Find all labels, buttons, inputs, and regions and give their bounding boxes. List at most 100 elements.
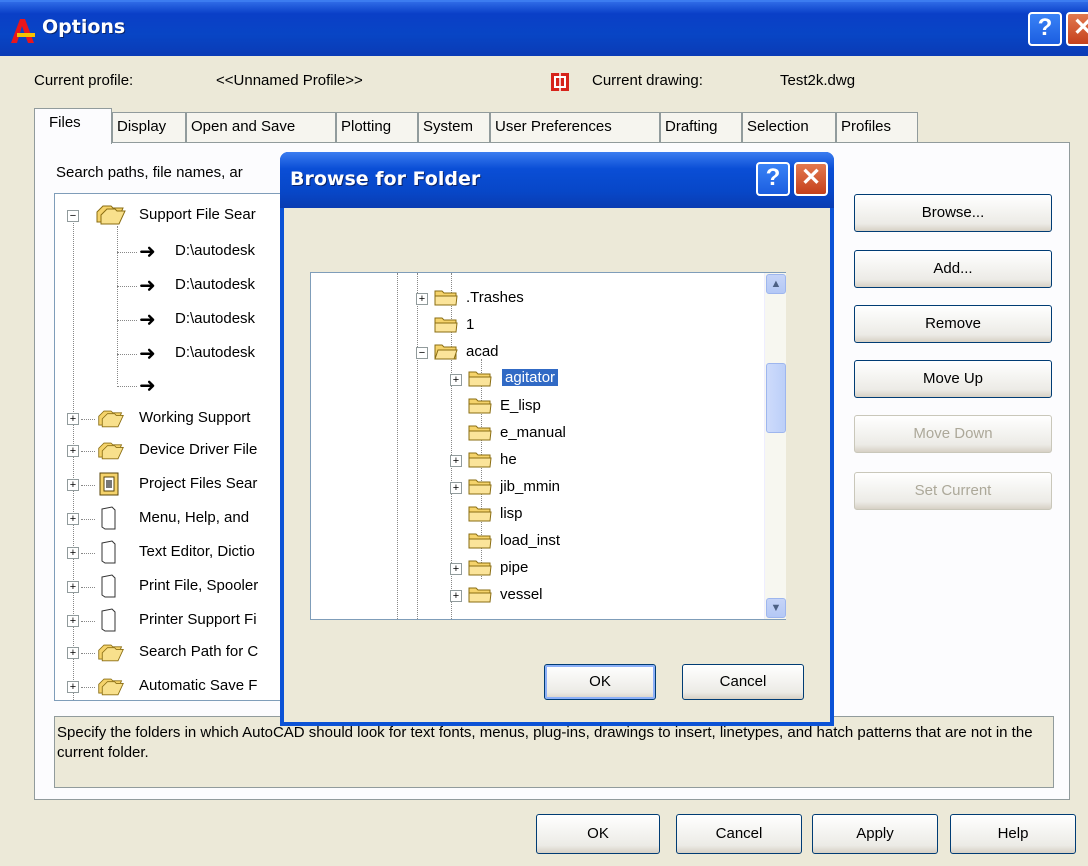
- expand-icon[interactable]: +: [67, 479, 79, 491]
- files-tree[interactable]: − Support File Sear ➜ D:\autodesk ➜ D:\a…: [54, 193, 292, 701]
- file-icon: [101, 506, 116, 530]
- folder-label: vessel: [500, 586, 543, 603]
- dialog-help-button[interactable]: ?: [756, 162, 790, 196]
- arrow-icon: ➜: [139, 275, 156, 297]
- close-titlebar-button[interactable]: ✕: [1066, 12, 1088, 46]
- folders-icon: [98, 644, 124, 662]
- folder-icon: [468, 560, 492, 576]
- add-button[interactable]: Add...: [854, 250, 1052, 288]
- current-drawing-value: Test2k.dwg: [780, 72, 856, 89]
- arrow-icon: ➜: [139, 241, 156, 263]
- current-drawing-label: Current drawing:: [592, 72, 703, 89]
- folder-icon: [468, 506, 492, 522]
- collapse-icon[interactable]: −: [67, 210, 79, 222]
- expand-icon[interactable]: +: [416, 293, 428, 305]
- folder-icon: [434, 317, 458, 333]
- expand-icon[interactable]: +: [450, 590, 462, 602]
- expand-icon[interactable]: +: [67, 681, 79, 693]
- tree-item-label: Project Files Sear: [139, 475, 258, 492]
- tab-display[interactable]: Display: [112, 112, 186, 142]
- folder-label: acad: [466, 343, 499, 360]
- tree-item-label: Device Driver File: [139, 441, 258, 458]
- current-profile-value: <<Unnamed Profile>>: [216, 72, 363, 89]
- folder-label: load_inst: [500, 532, 561, 549]
- expand-icon[interactable]: +: [67, 413, 79, 425]
- folder-label: E_lisp: [500, 397, 541, 414]
- expand-icon[interactable]: +: [67, 547, 79, 559]
- browse-button[interactable]: Browse...: [854, 194, 1052, 232]
- tab-system[interactable]: System: [418, 112, 490, 142]
- tab-drafting[interactable]: Drafting: [660, 112, 742, 142]
- folders-icon: [98, 442, 124, 460]
- scroll-thumb[interactable]: [766, 363, 786, 433]
- help-titlebar-button[interactable]: ?: [1028, 12, 1062, 46]
- remove-button[interactable]: Remove: [854, 305, 1052, 343]
- expand-icon[interactable]: +: [67, 513, 79, 525]
- folder-label: he: [500, 451, 517, 468]
- tree-item-label: Menu, Help, and: [139, 509, 250, 526]
- folder-icon: [468, 587, 492, 603]
- tree-item-label: Search Path for C: [139, 643, 259, 660]
- arrow-icon: ➜: [139, 309, 156, 331]
- window-title: Options: [42, 16, 126, 38]
- tab-profiles[interactable]: Profiles: [836, 112, 918, 142]
- scroll-up-icon[interactable]: ▲: [766, 274, 786, 294]
- cancel-button[interactable]: Cancel: [676, 814, 802, 854]
- folder-tree-scrollbar[interactable]: ▲ ▼: [764, 273, 786, 619]
- folder-icon: [468, 452, 492, 468]
- folder-icon: [468, 479, 492, 495]
- expand-icon[interactable]: +: [67, 647, 79, 659]
- folder-icon: [468, 533, 492, 549]
- ok-button[interactable]: OK: [536, 814, 660, 854]
- file-icon: [101, 608, 116, 632]
- description-text: Specify the folders in which AutoCAD sho…: [54, 716, 1054, 788]
- collapse-icon[interactable]: −: [416, 347, 428, 359]
- folder-icon: [468, 398, 492, 414]
- set-current-button[interactable]: Set Current: [854, 472, 1052, 510]
- expand-icon[interactable]: +: [67, 615, 79, 627]
- dialog-cancel-button[interactable]: Cancel: [682, 664, 804, 700]
- tab-open-and-save[interactable]: Open and Save: [186, 112, 336, 142]
- move-down-button[interactable]: Move Down: [854, 415, 1052, 453]
- folder-label: pipe: [500, 559, 529, 576]
- help-button[interactable]: Help: [950, 814, 1076, 854]
- tree-root-label: Support File Sear: [139, 206, 256, 223]
- options-titlebar[interactable]: Options ? ✕: [0, 0, 1088, 56]
- folder-tree[interactable]: [310, 272, 786, 620]
- expand-icon[interactable]: +: [450, 482, 462, 494]
- arrow-icon: ➜: [139, 343, 156, 365]
- file-icon: [101, 540, 116, 564]
- tab-selection[interactable]: Selection: [742, 112, 836, 142]
- tree-item-label: Automatic Save F: [139, 677, 258, 694]
- folder-icon: [434, 290, 458, 306]
- expand-icon[interactable]: +: [450, 455, 462, 467]
- folder-label: .Trashes: [466, 289, 524, 306]
- folders-icon: [98, 410, 124, 428]
- path-label: D:\autodesk: [175, 276, 256, 293]
- tab-user-preferences[interactable]: User Preferences: [490, 112, 660, 142]
- folder-icon: [468, 371, 492, 387]
- dialog-close-button[interactable]: ✕: [794, 162, 828, 196]
- dialog-titlebar[interactable]: Browse for Folder ? ✕: [280, 152, 834, 208]
- scroll-down-icon[interactable]: ▼: [766, 598, 786, 618]
- file-icon: [101, 574, 116, 598]
- folder-label: e_manual: [500, 424, 566, 441]
- expand-icon[interactable]: +: [67, 581, 79, 593]
- folder-label: lisp: [500, 505, 523, 522]
- expand-icon[interactable]: +: [450, 374, 462, 386]
- dialog-ok-button[interactable]: OK: [544, 664, 656, 700]
- tab-plotting[interactable]: Plotting: [336, 112, 418, 142]
- folders-icon: [96, 205, 126, 225]
- tab-files[interactable]: Files: [34, 108, 112, 144]
- autocad-logo-icon: [11, 19, 35, 43]
- drawing-icon: [551, 73, 569, 91]
- apply-button[interactable]: Apply: [812, 814, 938, 854]
- dialog-title: Browse for Folder: [290, 168, 481, 190]
- expand-icon[interactable]: +: [450, 563, 462, 575]
- tree-item-label: Text Editor, Dictio: [139, 543, 255, 560]
- expand-icon[interactable]: +: [67, 445, 79, 457]
- folder-icon: [468, 425, 492, 441]
- project-icon: [99, 472, 119, 496]
- move-up-button[interactable]: Move Up: [854, 360, 1052, 398]
- search-paths-label: Search paths, file names, ar: [56, 164, 243, 181]
